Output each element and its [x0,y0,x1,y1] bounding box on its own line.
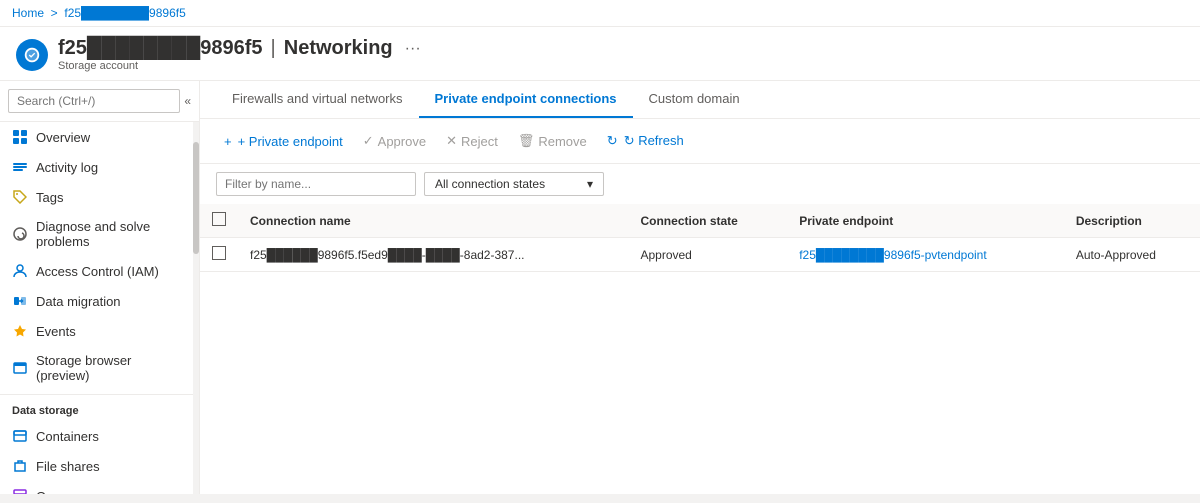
add-private-endpoint-btn[interactable]: + + Private endpoint [216,130,351,153]
remove-btn[interactable]: 🗑 Remove [510,129,595,153]
toolbar: + + Private endpoint ✓ Approve ✕ Reject … [200,119,1200,164]
sidebar-item-containers[interactable]: Containers [0,421,199,451]
migration-icon [12,293,28,309]
iam-icon [12,263,28,279]
private-endpoint-cell[interactable]: f25████████9896f5-pvtendpoint [787,238,1064,272]
tags-icon [12,189,28,205]
header-subtitle: Storage account [58,60,421,72]
sidebar: « Overview Activity log [0,81,200,494]
connection-state-cell: Approved [628,238,787,272]
page-header: f25████████9896f5 | Networking ··· Stora… [0,27,1200,81]
fileshares-icon [12,458,28,474]
breadcrumb: Home > f25████████9896f5 [0,0,1200,27]
header-icon [16,39,48,71]
queues-icon [12,488,28,494]
checkmark-icon: ✓ [363,133,374,149]
tabs-bar: Firewalls and virtual networks Private e… [200,81,1200,119]
select-all-checkbox[interactable] [212,212,226,226]
sidebar-item-overview[interactable]: Overview [0,122,199,152]
overview-icon [12,129,28,145]
col-description: Description [1064,204,1200,238]
breadcrumb-home[interactable]: Home [12,6,44,20]
header-separator: | [271,37,276,60]
connection-state-dropdown[interactable]: All connection states ▾ [424,172,604,196]
header-title: f25████████9896f5 [58,37,263,60]
reject-btn[interactable]: ✕ Reject [438,129,506,153]
sidebar-item-label: Diagnose and solve problems [36,219,187,249]
containers-icon [12,428,28,444]
sidebar-item-label: Data migration [36,294,121,309]
header-more-btn[interactable]: ··· [405,40,421,58]
sidebar-item-queues[interactable]: Queues [0,481,199,494]
col-connection-state: Connection state [628,204,787,238]
sidebar-item-storage-browser[interactable]: Storage browser (preview) [0,346,199,390]
chevron-down-icon: ▾ [587,177,593,191]
activity-icon [12,159,28,175]
sidebar-item-label: Tags [36,190,63,205]
x-icon: ✕ [446,133,457,149]
sidebar-item-label: File shares [36,459,100,474]
sidebar-item-tags[interactable]: Tags [0,182,199,212]
table-row: f25██████9896f5.f5ed9████-████-8ad2-387.… [200,238,1200,272]
sidebar-item-label: Events [36,324,76,339]
tab-private-endpoints[interactable]: Private endpoint connections [419,81,633,118]
sidebar-item-migration[interactable]: Data migration [0,286,199,316]
sidebar-item-diagnose[interactable]: Diagnose and solve problems [0,212,199,256]
filter-row: All connection states ▾ [200,164,1200,204]
diagnose-icon [12,226,28,242]
sidebar-item-label: Queues [36,489,82,495]
tab-custom-domain[interactable]: Custom domain [633,81,756,118]
sidebar-item-label: Overview [36,130,90,145]
header-page: Networking [284,37,393,60]
breadcrumb-resource[interactable]: f25████████9896f5 [64,6,185,20]
data-storage-section-label: Data storage [0,394,199,421]
approve-btn[interactable]: ✓ Approve [355,129,434,153]
dropdown-label: All connection states [435,177,545,191]
private-endpoint-link[interactable]: f25████████9896f5-pvtendpoint [799,248,986,262]
sidebar-collapse-btn[interactable]: « [184,94,191,108]
connection-name-cell: f25██████9896f5.f5ed9████-████-8ad2-387.… [238,238,628,272]
sidebar-item-fileshares[interactable]: File shares [0,451,199,481]
description-cell: Auto-Approved [1064,238,1200,272]
sidebar-item-iam[interactable]: Access Control (IAM) [0,256,199,286]
col-connection-name: Connection name [238,204,628,238]
sidebar-item-events[interactable]: Events [0,316,199,346]
row-checkbox[interactable] [212,246,226,260]
connections-table: Connection name Connection state Private… [200,204,1200,272]
col-private-endpoint: Private endpoint [787,204,1064,238]
sidebar-item-label: Access Control (IAM) [36,264,159,279]
content-area: Firewalls and virtual networks Private e… [200,81,1200,494]
plus-icon: + [224,134,232,149]
sidebar-search-input[interactable] [8,89,180,113]
events-icon [12,323,28,339]
sidebar-item-label: Containers [36,429,99,444]
sidebar-item-activity-log[interactable]: Activity log [0,152,199,182]
browser-icon [12,360,28,376]
refresh-icon: ↻ [607,133,618,149]
sidebar-item-label: Storage browser (preview) [36,353,187,383]
filter-input[interactable] [216,172,416,196]
tab-firewalls[interactable]: Firewalls and virtual networks [216,81,419,118]
trash-icon: 🗑 [518,133,535,149]
sidebar-item-label: Activity log [36,160,98,175]
refresh-btn[interactable]: ↻ ↻ Refresh [599,129,692,153]
